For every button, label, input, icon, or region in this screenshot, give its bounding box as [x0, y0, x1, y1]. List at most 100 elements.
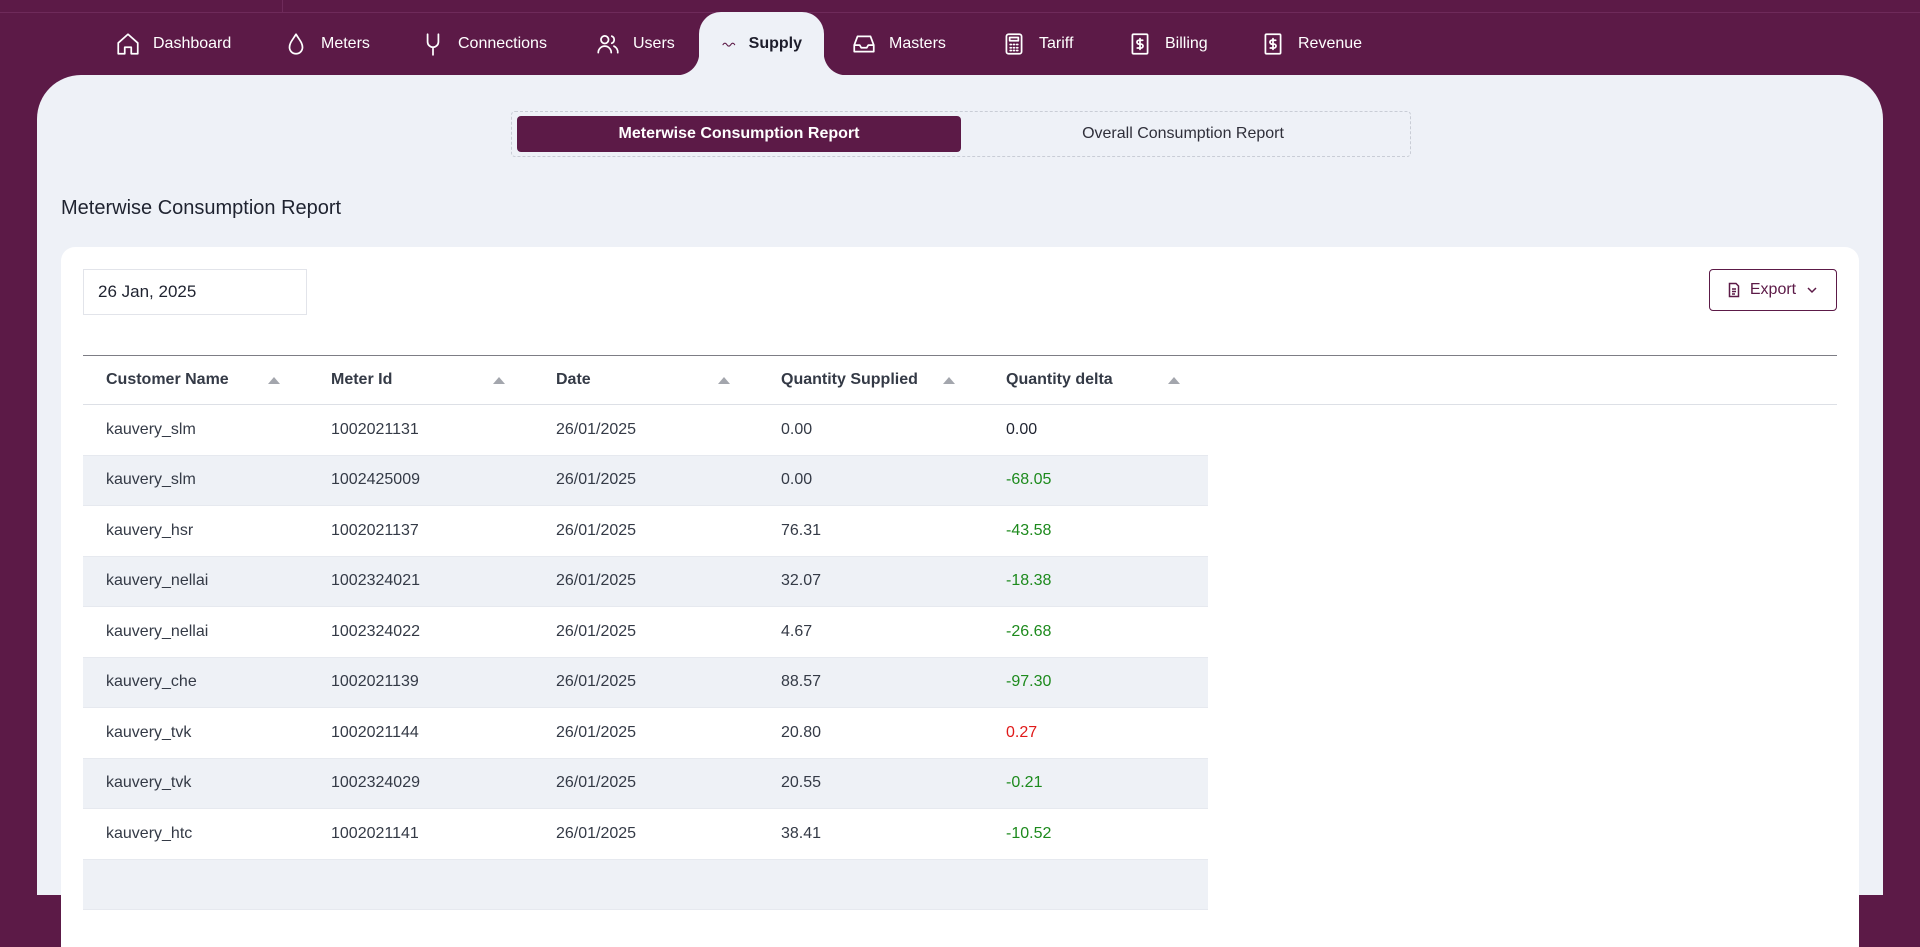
- nav-item-tariff[interactable]: Tariff: [1001, 12, 1073, 75]
- meter-id-cell: 1002324022: [331, 622, 420, 640]
- nav-item-connections[interactable]: Connections: [420, 12, 547, 75]
- nav-item-revenue[interactable]: Revenue: [1260, 12, 1362, 75]
- date-cell: 26/01/2025: [556, 572, 637, 590]
- tab-overall-consumption[interactable]: Overall Consumption Report: [961, 116, 1405, 152]
- nav-label: Revenue: [1298, 34, 1363, 52]
- home-icon: [117, 32, 139, 55]
- quantity-supplied-cell: 76.31: [781, 521, 822, 539]
- consumption-table: Customer Name Meter Id Date Quantity Sup…: [83, 355, 1837, 910]
- date-cell: 26/01/2025: [556, 420, 637, 438]
- customer-name-cell: kauvery_slm: [106, 471, 196, 489]
- meter-id-cell: 1002021131: [331, 420, 419, 438]
- quantity-supplied-cell: 32.07: [781, 572, 822, 590]
- nav-label: Users: [633, 34, 675, 52]
- customer-name-cell: kauvery_che: [106, 673, 197, 691]
- quantity-supplied-cell: 0.00: [781, 420, 813, 438]
- meter-id-cell: 1002324021: [331, 572, 420, 590]
- meter-id-cell: 1002021144: [331, 723, 419, 741]
- table-row: kauvery_slm 1002021131 26/01/2025 0.00 0…: [83, 405, 1208, 456]
- nav-item-masters[interactable]: Masters: [851, 12, 946, 75]
- quantity-supplied-cell: 38.41: [781, 824, 822, 842]
- table-row: kauvery_hsr 1002021137 26/01/2025 76.31 …: [83, 506, 1208, 557]
- column-header-quantity-supplied[interactable]: Quantity Supplied: [758, 371, 983, 389]
- report-card: 26 Jan, 2025 Export Customer Name Meter …: [61, 247, 1859, 947]
- quantity-delta-cell: 0.00: [1006, 420, 1038, 438]
- table-row: kauvery_nellai 1002324022 26/01/2025 4.6…: [83, 607, 1208, 658]
- quantity-supplied-cell: 4.67: [781, 622, 813, 640]
- dollar-doc-icon: [1264, 32, 1282, 55]
- date-cell: 26/01/2025: [556, 723, 637, 741]
- date-cell: 26/01/2025: [556, 471, 637, 489]
- sort-icon[interactable]: [718, 377, 730, 384]
- nav-item-dashboard[interactable]: Dashboard: [115, 12, 231, 75]
- main-panel: Meterwise Consumption Report Overall Con…: [37, 75, 1883, 947]
- table-row: kauvery_che 1002021139 26/01/2025 88.57 …: [83, 657, 1208, 708]
- sort-icon[interactable]: [268, 377, 280, 384]
- table-row: kauvery_tvk 1002324029 26/01/2025 20.55 …: [83, 758, 1208, 809]
- main-nav: Dashboard Meters Connections Users Suppl…: [0, 12, 1920, 75]
- quantity-delta-cell: -43.58: [1006, 521, 1052, 539]
- nav-item-supply[interactable]: Supply: [677, 12, 846, 75]
- calculator-icon: [1005, 32, 1023, 55]
- table-row: kauvery_nellai 1002324021 26/01/2025 32.…: [83, 556, 1208, 607]
- report-tabs: Meterwise Consumption Report Overall Con…: [511, 111, 1411, 157]
- date-cell: 26/01/2025: [556, 774, 637, 792]
- meter-id-cell: 1002021139: [331, 673, 419, 691]
- quantity-delta-cell: -97.30: [1006, 673, 1052, 691]
- quantity-supplied-cell: 0.00: [781, 471, 813, 489]
- customer-name-cell: kauvery_hsr: [106, 521, 194, 539]
- customer-name-cell: kauvery_htc: [106, 824, 193, 842]
- column-header-date[interactable]: Date: [533, 371, 758, 389]
- customer-name-cell: kauvery_tvk: [106, 723, 192, 741]
- wave-icon: [722, 42, 736, 47]
- quantity-delta-cell: -0.21: [1006, 774, 1043, 792]
- nav-item-meters[interactable]: Meters: [283, 12, 370, 75]
- meter-id-cell: 1002021137: [331, 521, 419, 539]
- nav-item-billing[interactable]: Billing: [1127, 12, 1208, 75]
- quantity-delta-cell: -68.05: [1006, 471, 1052, 489]
- column-header-customer-name[interactable]: Customer Name: [83, 371, 308, 389]
- date-cell: 26/01/2025: [556, 521, 637, 539]
- chevron-down-icon: [1807, 287, 1817, 294]
- dollar-doc-icon: [1131, 32, 1149, 55]
- customer-name-cell: kauvery_nellai: [106, 622, 209, 640]
- table-row: kauvery_tvk 1002021144 26/01/2025 20.80 …: [83, 708, 1208, 759]
- meter-id-cell: 1002425009: [331, 471, 420, 489]
- nav-label: Meters: [321, 34, 370, 52]
- customer-name-cell: kauvery_tvk: [106, 774, 192, 792]
- date-cell: 26/01/2025: [556, 673, 637, 691]
- meter-id-cell: 1002324029: [331, 774, 420, 792]
- quantity-supplied-cell: 20.80: [781, 723, 822, 741]
- nav-label: Connections: [458, 34, 547, 52]
- users-icon: [597, 34, 619, 54]
- table-body: kauvery_slm 1002021131 26/01/2025 0.00 0…: [83, 405, 1208, 910]
- droplet-icon: [288, 32, 304, 55]
- column-header-quantity-delta[interactable]: Quantity delta: [983, 371, 1208, 389]
- plug-icon: [426, 32, 440, 56]
- nav-label: Billing: [1165, 34, 1208, 52]
- quantity-supplied-cell: 20.55: [781, 774, 822, 792]
- nav-item-users[interactable]: Users: [595, 12, 675, 75]
- sort-icon[interactable]: [493, 377, 505, 384]
- quantity-delta-cell: -18.38: [1006, 572, 1052, 590]
- customer-name-cell: kauvery_nellai: [106, 572, 209, 590]
- table-row: kauvery_slm 1002425009 26/01/2025 0.00 -…: [83, 455, 1208, 506]
- meter-id-cell: 1002021141: [331, 824, 419, 842]
- sort-icon[interactable]: [1168, 377, 1180, 384]
- column-header-meter-id[interactable]: Meter Id: [308, 371, 533, 389]
- date-picker-input[interactable]: 26 Jan, 2025: [83, 269, 307, 315]
- nav-label: Supply: [748, 34, 802, 52]
- date-cell: 26/01/2025: [556, 824, 637, 842]
- nav-label: Tariff: [1039, 34, 1074, 52]
- quantity-delta-cell: 0.27: [1006, 723, 1038, 741]
- date-cell: 26/01/2025: [556, 622, 637, 640]
- sort-icon[interactable]: [943, 377, 955, 384]
- document-icon: [1728, 282, 1740, 298]
- export-button[interactable]: Export: [1709, 269, 1837, 311]
- page-title: Meterwise Consumption Report: [61, 197, 342, 219]
- customer-name-cell: kauvery_slm: [106, 420, 196, 438]
- quantity-supplied-cell: 88.57: [781, 673, 822, 691]
- inbox-icon: [853, 35, 875, 52]
- tab-meterwise-consumption[interactable]: Meterwise Consumption Report: [517, 116, 961, 152]
- nav-label: Masters: [889, 34, 946, 52]
